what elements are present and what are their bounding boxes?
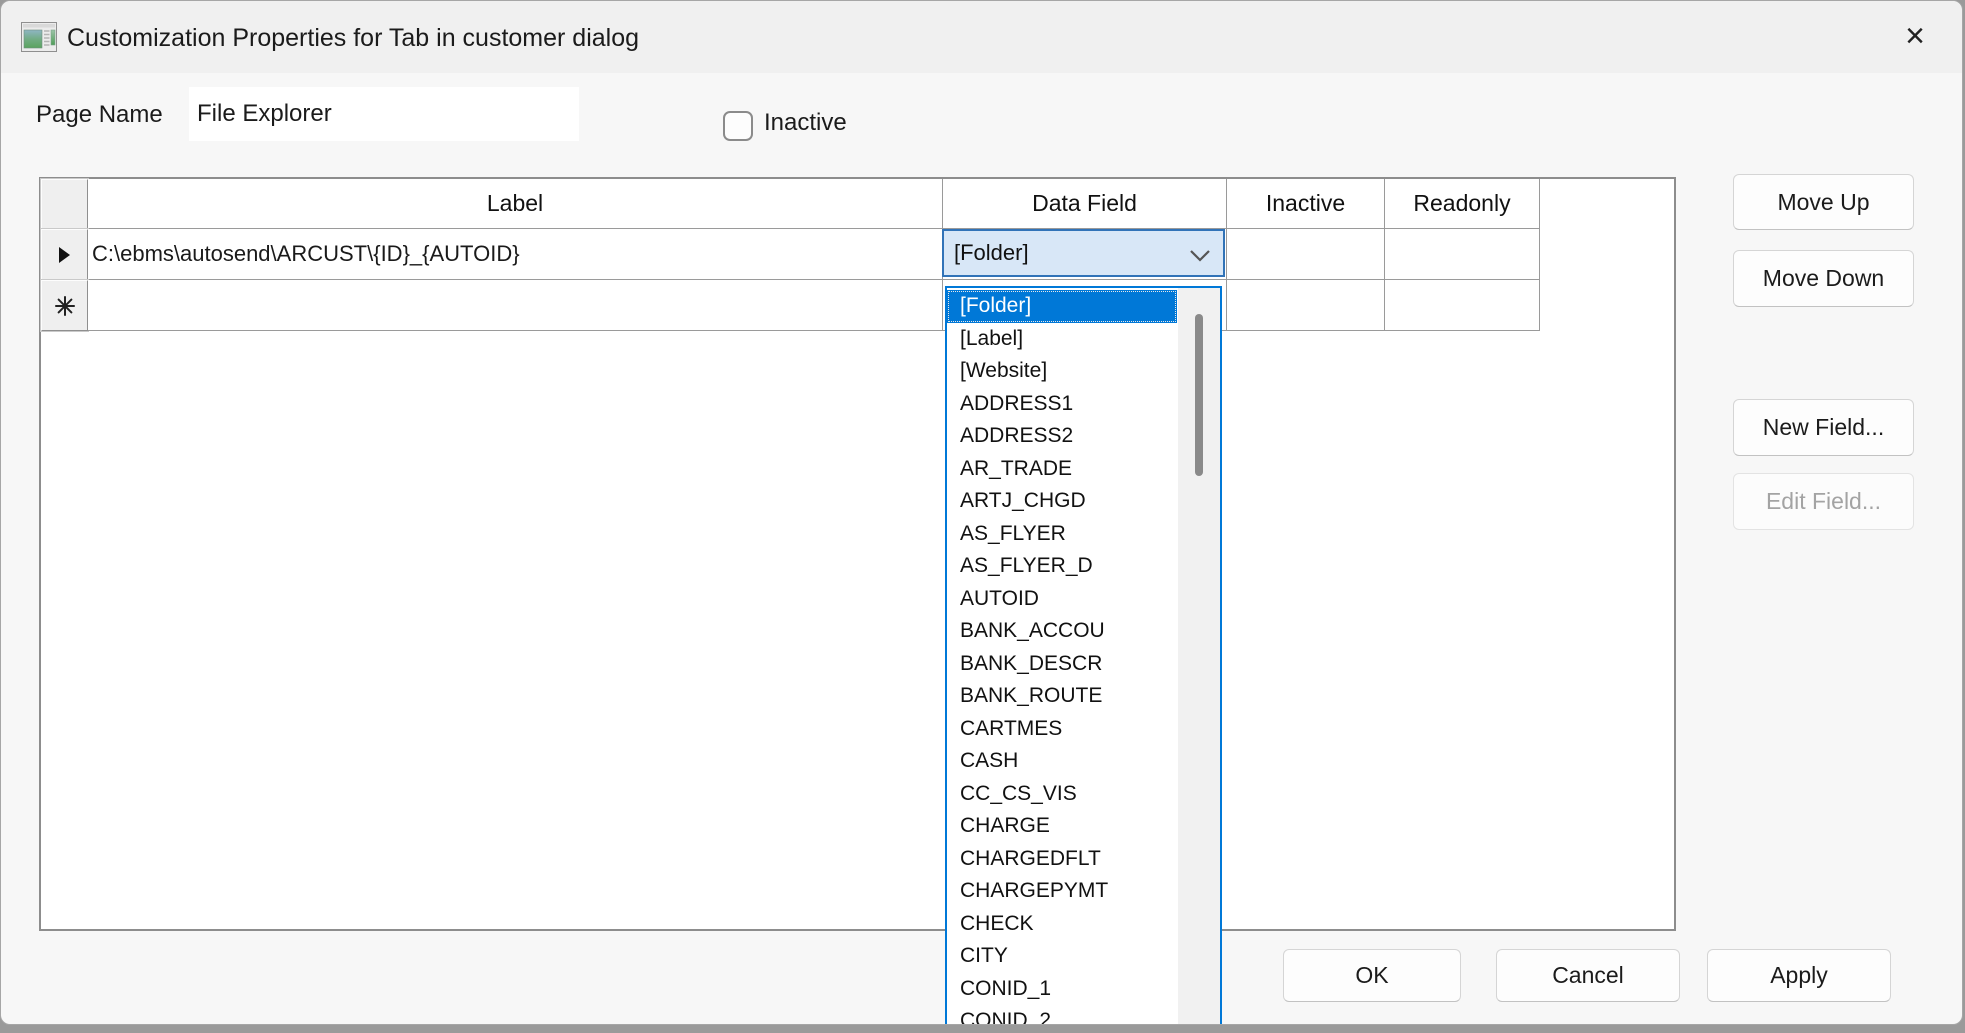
dropdown-item[interactable]: CHARGEDFLT (947, 843, 1177, 876)
combobox-value: [Folder] (954, 240, 1029, 266)
column-header-label[interactable]: Label (88, 179, 943, 229)
new-row-asterisk-icon (55, 296, 75, 316)
dropdown-item[interactable]: CHARGEPYMT (947, 875, 1177, 908)
fields-grid: Label Data Field Inactive Readonly C:\eb… (39, 177, 1676, 931)
dropdown-item[interactable]: AUTOID (947, 583, 1177, 616)
row-selector-current[interactable] (41, 229, 88, 280)
chevron-down-icon (1189, 249, 1211, 262)
column-header-readonly[interactable]: Readonly (1385, 179, 1540, 229)
dropdown-item[interactable]: ADDRESS2 (947, 420, 1177, 453)
form-properties-icon (21, 22, 57, 52)
window-title: Customization Properties for Tab in cust… (67, 1, 639, 73)
dropdown-item[interactable]: BANK_ROUTE (947, 680, 1177, 713)
grid-cell-label-row1[interactable]: C:\ebms\autosend\ARCUST\{ID}_{AUTOID} (88, 229, 943, 280)
dropdown-scrollbar-thumb[interactable] (1195, 314, 1203, 476)
column-header-inactive[interactable]: Inactive (1227, 179, 1385, 229)
dropdown-item[interactable]: [Label] (947, 323, 1177, 356)
dropdown-item[interactable]: AR_TRADE (947, 453, 1177, 486)
dropdown-item[interactable]: AS_FLYER_D (947, 550, 1177, 583)
grid-cell-inactive-row1[interactable] (1227, 229, 1385, 280)
dropdown-item[interactable]: ADDRESS1 (947, 388, 1177, 421)
ok-button[interactable]: OK (1283, 949, 1461, 1002)
grid-cell-inactive-row2[interactable] (1227, 280, 1385, 331)
dropdown-item[interactable]: CC_CS_VIS (947, 778, 1177, 811)
apply-button[interactable]: Apply (1707, 949, 1891, 1002)
dropdown-item[interactable]: CONID_2 (947, 1005, 1177, 1025)
grid-cell-label-row2[interactable] (88, 280, 943, 331)
dropdown-item[interactable]: [Folder] (947, 290, 1177, 323)
dropdown-item[interactable]: AS_FLYER (947, 518, 1177, 551)
current-row-arrow-icon (58, 246, 71, 264)
dropdown-scrollbar[interactable] (1178, 288, 1220, 1025)
inactive-checkbox-label: Inactive (764, 109, 847, 137)
inactive-checkbox[interactable] (723, 111, 753, 141)
row-selector-new[interactable] (41, 280, 88, 331)
page-name-label: Page Name (36, 101, 163, 129)
dropdown-item[interactable]: ARTJ_CHGD (947, 485, 1177, 518)
move-down-button[interactable]: Move Down (1733, 250, 1914, 307)
grid-cell-readonly-row1[interactable] (1385, 229, 1540, 280)
new-field-button[interactable]: New Field... (1733, 399, 1914, 456)
dropdown-item[interactable]: CITY (947, 940, 1177, 973)
dropdown-item[interactable]: CARTMES (947, 713, 1177, 746)
data-field-combobox[interactable]: [Folder] (942, 229, 1225, 277)
column-header-data-field[interactable]: Data Field (943, 179, 1227, 229)
titlebar: Customization Properties for Tab in cust… (1, 1, 1962, 73)
page-name-input[interactable] (189, 87, 579, 141)
dropdown-item[interactable]: BANK_DESCR (947, 648, 1177, 681)
dropdown-item[interactable]: CHARGE (947, 810, 1177, 843)
data-field-dropdown-list: [Folder] [Label] [Website] ADDRESS1 ADDR… (945, 286, 1222, 1025)
cancel-button[interactable]: Cancel (1496, 949, 1680, 1002)
dropdown-item[interactable]: CASH (947, 745, 1177, 778)
edit-field-button: Edit Field... (1733, 473, 1914, 530)
close-button[interactable]: × (1890, 13, 1940, 61)
grid-corner-header[interactable] (41, 179, 88, 229)
dropdown-item[interactable]: [Website] (947, 355, 1177, 388)
move-up-button[interactable]: Move Up (1733, 174, 1914, 230)
dropdown-item[interactable]: CONID_1 (947, 973, 1177, 1006)
grid-cell-readonly-row2[interactable] (1385, 280, 1540, 331)
dialog-window: Customization Properties for Tab in cust… (0, 0, 1963, 1025)
dropdown-item[interactable]: BANK_ACCOU (947, 615, 1177, 648)
dropdown-item[interactable]: CHECK (947, 908, 1177, 941)
